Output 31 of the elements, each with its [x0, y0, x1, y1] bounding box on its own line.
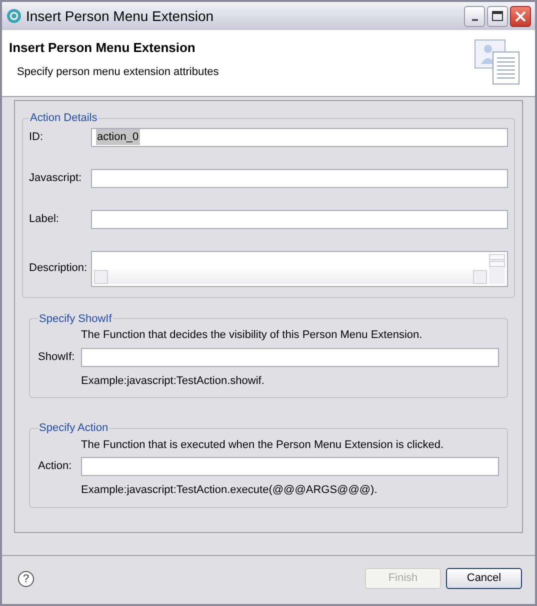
text-field[interactable] [81, 348, 499, 366]
text-field[interactable]: action_0 [91, 128, 508, 146]
description-field[interactable] [91, 250, 508, 286]
page-title: Insert Person Menu Extension [9, 39, 196, 57]
minimize-button[interactable] [464, 6, 485, 26]
description-text: The Function that is executed when the Person Menu Extension is clicked. [81, 438, 445, 452]
description-text: The Function that decides the visibility of this Person Menu Extension. [81, 328, 424, 343]
close-icon [515, 10, 526, 22]
app-icon [6, 8, 22, 24]
group-title: Specify Action [38, 421, 110, 436]
example-text: Example:javascript:TestAction.showif. [81, 374, 266, 388]
field-label: ID: [29, 130, 44, 145]
text-field[interactable] [91, 168, 508, 188]
field-label: Javascript: [29, 170, 83, 186]
window-title: Insert Person Menu Extension [26, 6, 214, 26]
text-field[interactable] [91, 210, 508, 228]
maximize-button[interactable] [487, 6, 508, 26]
group-title: Action Details [29, 111, 98, 126]
field-label: ShowIf: [38, 350, 76, 365]
help-icon[interactable]: ? [18, 570, 34, 586]
example-text: Example:javascript:TestAction.execute(@@@ARGS@@@). [81, 483, 378, 498]
close-button[interactable] [510, 6, 531, 26]
field-label: Action: [38, 459, 73, 474]
page-subtitle: Specify person menu extension attributes [17, 64, 219, 80]
group-title: Specify ShowIf [38, 312, 113, 326]
cancel-button[interactable]: Cancel [446, 568, 522, 589]
vertical-scrollbar [489, 254, 505, 284]
field-label: Description: [29, 261, 88, 276]
text-field[interactable] [81, 457, 499, 476]
field-label: Label: [29, 212, 60, 227]
field-value: action_0 [96, 128, 140, 146]
